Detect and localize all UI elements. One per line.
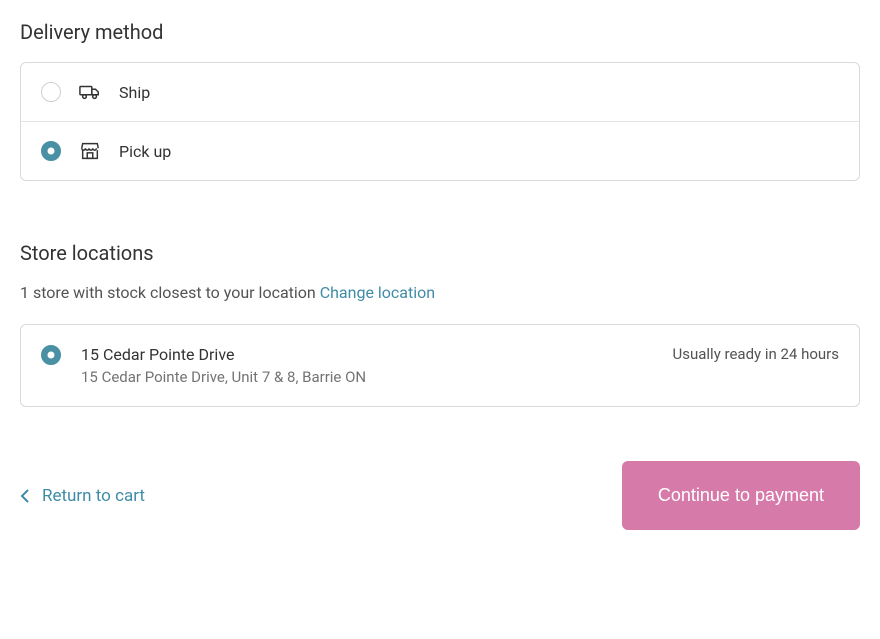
store-locations-heading: Store locations [20, 241, 860, 265]
truck-icon [79, 81, 101, 103]
store-locations-section: Store locations 1 store with stock close… [20, 241, 860, 407]
radio-ship[interactable] [41, 82, 61, 102]
store-option[interactable]: 15 Cedar Pointe Drive 15 Cedar Pointe Dr… [20, 324, 860, 407]
store-subtext: 1 store with stock closest to your locat… [20, 283, 860, 302]
continue-to-payment-button[interactable]: Continue to payment [622, 461, 860, 530]
delivery-method-heading: Delivery method [20, 20, 860, 44]
store-name: 15 Cedar Pointe Drive [81, 345, 653, 364]
store-address: 15 Cedar Pointe Drive, Unit 7 & 8, Barri… [81, 368, 653, 386]
change-location-link[interactable]: Change location [320, 283, 435, 302]
ship-label: Ship [119, 83, 150, 102]
store-ready-text: Usually ready in 24 hours [673, 345, 840, 363]
return-label: Return to cart [42, 486, 145, 506]
pickup-label: Pick up [119, 142, 171, 161]
return-to-cart-link[interactable]: Return to cart [20, 486, 145, 506]
footer-row: Return to cart Continue to payment [20, 461, 860, 530]
delivery-options-box: Ship Pick up [20, 62, 860, 181]
store-icon [79, 140, 101, 162]
delivery-option-ship[interactable]: Ship [21, 63, 859, 121]
delivery-option-pickup[interactable]: Pick up [21, 121, 859, 180]
store-info: 15 Cedar Pointe Drive 15 Cedar Pointe Dr… [81, 345, 653, 386]
store-count-text: 1 store with stock closest to your locat… [20, 283, 316, 302]
radio-store[interactable] [41, 345, 61, 365]
radio-pickup[interactable] [41, 141, 61, 161]
chevron-left-icon [20, 488, 30, 504]
